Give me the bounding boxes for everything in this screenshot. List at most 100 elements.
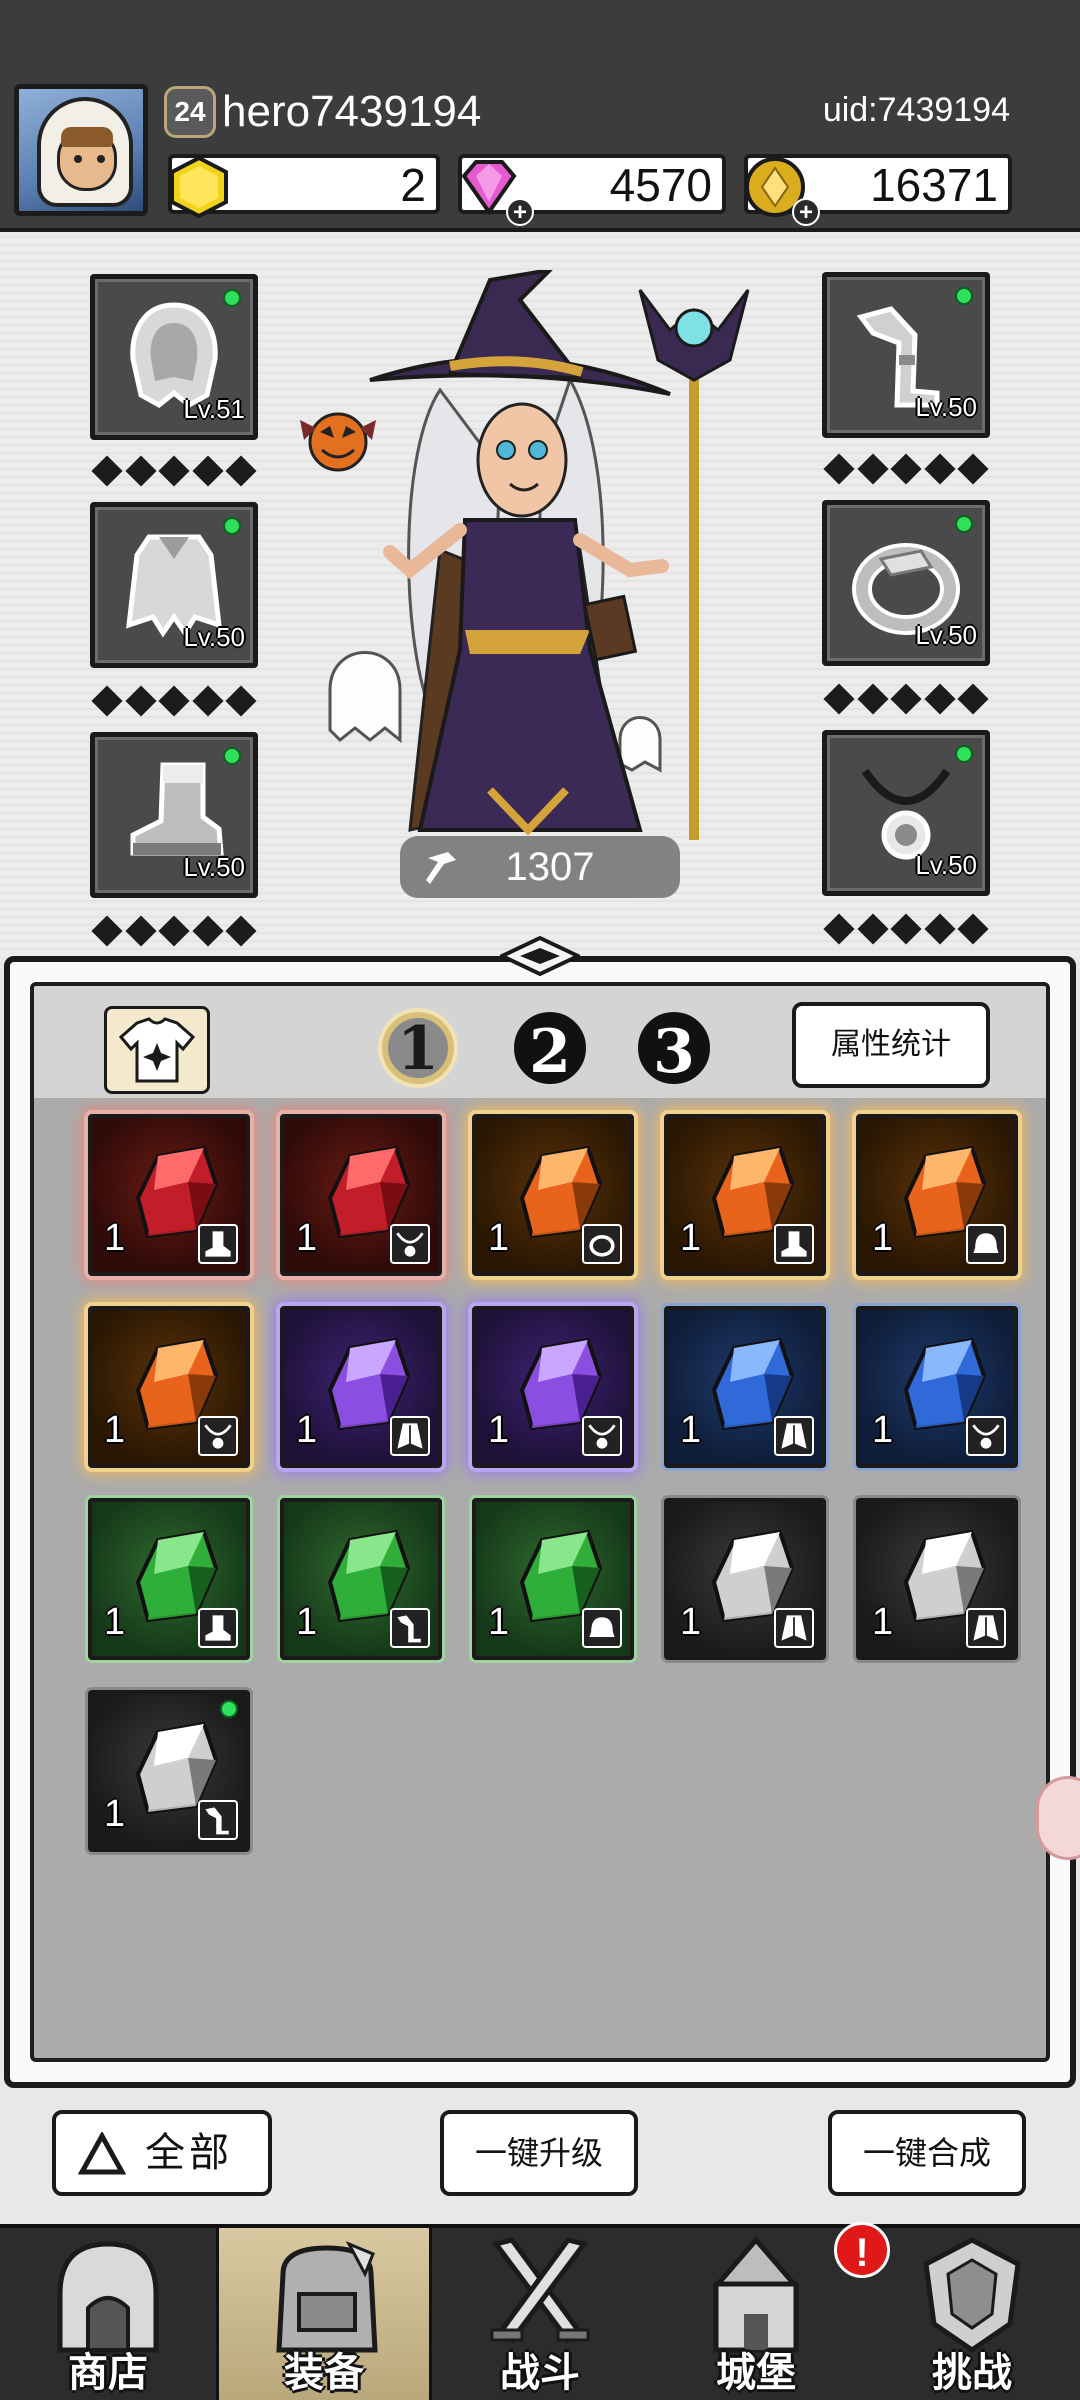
inventory-gem-item[interactable]: 1 (856, 1306, 1018, 1468)
cape-icon (390, 1416, 430, 1456)
ring-icon (582, 1224, 622, 1264)
equip-level: Lv.50 (915, 392, 977, 422)
gold-hex-icon (170, 155, 228, 219)
star-row (90, 915, 258, 947)
player-username: hero7439194 (222, 87, 482, 136)
inventory-gem-item[interactable]: 1 (88, 1690, 250, 1852)
inventory-gem-item[interactable]: 1 (472, 1306, 634, 1468)
shirt-icon (118, 1017, 196, 1083)
new-item-dot (220, 1700, 238, 1718)
inventory-gem-item[interactable]: 1 (856, 1498, 1018, 1660)
resource-hex-gold[interactable]: 2 (168, 154, 440, 219)
witch-hero-figure[interactable] (290, 270, 790, 850)
avatar-eye (74, 155, 82, 163)
inventory-gem-item[interactable]: 1 (88, 1306, 250, 1468)
nav-label: 挑战 (932, 2351, 1012, 2395)
equip-level: Lv.50 (915, 620, 977, 650)
triangle-up-icon (78, 2132, 126, 2175)
nav-castle[interactable]: 城堡 (648, 2228, 864, 2400)
side-event-button[interactable] (1036, 1776, 1080, 1860)
inventory-panel-inner: 1 2 3 属性统计 1 1 1 1 1 1 1 1 1 1 1 1 1 1 1 1 (30, 982, 1050, 2062)
nav-equipment[interactable]: 装备 (216, 2228, 432, 2400)
nav-label: 装备 (284, 2351, 364, 2395)
helmet-icon (582, 1608, 622, 1648)
star-row (822, 683, 990, 715)
resource-coin[interactable]: + 16371 (744, 154, 1012, 226)
gem-count: 1 (680, 1217, 702, 1259)
page-tab-1[interactable]: 1 (382, 1012, 454, 1084)
equip-slot-necklace[interactable]: Lv.50 (822, 730, 990, 896)
gem-count: 1 (872, 1217, 894, 1259)
cape-icon (966, 1608, 1006, 1648)
page-tab-3[interactable]: 3 (638, 1012, 710, 1087)
gem-count: 1 (296, 1217, 318, 1259)
inventory-gem-item[interactable]: 1 (856, 1114, 1018, 1276)
hex-gold-value: 2 (400, 159, 426, 211)
equipment-filter-button[interactable] (104, 1006, 210, 1094)
necklace-icon (390, 1224, 430, 1264)
upgrade-all-button[interactable]: 一键升级 (440, 2110, 638, 2196)
nav-battle[interactable]: 战斗 (432, 2228, 648, 2400)
cape-icon (774, 1416, 814, 1456)
equip-slot-helmet[interactable]: Lv.51 (90, 274, 258, 440)
inventory-gem-item[interactable]: 1 (280, 1306, 442, 1468)
inventory-gem-item[interactable]: 1 (472, 1114, 634, 1276)
equip-slot-boots[interactable]: Lv.50 (90, 732, 258, 898)
castle-icon (712, 2236, 800, 2353)
nav-challenge[interactable]: 挑战 (864, 2228, 1080, 2400)
equip-slot-ring[interactable]: Lv.50 (822, 500, 990, 666)
boot-icon (198, 1608, 238, 1648)
inventory-gem-item[interactable]: 1 (664, 1114, 826, 1276)
inventory-gem-item[interactable]: 1 (472, 1498, 634, 1660)
pipe-icon (198, 1800, 238, 1840)
nav-label: 战斗 (500, 2351, 580, 2395)
boot-icon (198, 1224, 238, 1264)
filter-all-button[interactable]: 全部 (52, 2110, 272, 2196)
inventory-gem-item[interactable]: 1 (88, 1114, 250, 1276)
gem-count: 1 (104, 1409, 126, 1451)
necklace-icon (582, 1416, 622, 1456)
boot-icon (774, 1224, 814, 1264)
gem-plus-icon[interactable]: + (506, 198, 534, 226)
gem-count: 1 (872, 1601, 894, 1643)
resource-gem[interactable]: + 4570 (458, 154, 726, 226)
gem-count: 1 (488, 1409, 510, 1451)
star-row (822, 913, 990, 945)
gem-count: 1 (104, 1601, 126, 1643)
panel-notch-ornament (500, 936, 580, 976)
gem-count: 1 (104, 1793, 126, 1835)
shop-icon (57, 2241, 159, 2353)
top-header: 24 hero7439194 uid:7439194 2 + 4570 + 16… (0, 0, 1080, 232)
player-avatar[interactable] (14, 84, 148, 216)
pipe-icon (390, 1608, 430, 1648)
inventory-panel: 1 2 3 属性统计 1 1 1 1 1 1 1 1 1 1 1 1 1 1 1 1 (4, 956, 1076, 2088)
castle-alert-badge: ! (834, 2222, 890, 2278)
gem-count: 1 (104, 1217, 126, 1259)
gem-count: 1 (680, 1409, 702, 1451)
backpack-icon (276, 2241, 378, 2353)
equip-level: Lv.50 (183, 852, 245, 882)
inventory-gem-item[interactable]: 1 (280, 1114, 442, 1276)
nav-label: 城堡 (716, 2351, 796, 2395)
nav-shop[interactable]: 商店 (0, 2228, 216, 2400)
attribute-stats-button[interactable]: 属性统计 (792, 1002, 990, 1088)
inventory-gem-item[interactable]: 1 (88, 1498, 250, 1660)
gem-count: 1 (680, 1601, 702, 1643)
bottom-navigation: 商店 装备 战斗 城堡 挑战 (0, 2224, 1080, 2400)
helmet-emblem-icon (923, 2237, 1021, 2354)
inventory-gem-item[interactable]: 1 (280, 1498, 442, 1660)
equip-level: Lv.50 (915, 850, 977, 880)
inventory-gem-item[interactable]: 1 (664, 1306, 826, 1468)
equip-level: Lv.51 (183, 394, 245, 424)
coin-plus-icon[interactable]: + (792, 198, 820, 226)
page-tab-2[interactable]: 2 (514, 1012, 586, 1087)
merge-all-button[interactable]: 一键合成 (828, 2110, 1026, 2196)
gem-count: 1 (296, 1409, 318, 1451)
hero-power-pill: 1307 (400, 836, 680, 898)
star-row (90, 685, 258, 717)
inventory-gem-item[interactable]: 1 (664, 1498, 826, 1660)
necklace-icon (198, 1416, 238, 1456)
equip-slot-weapon[interactable]: Lv.50 (822, 272, 990, 438)
equip-slot-armor[interactable]: Lv.50 (90, 502, 258, 668)
cape-icon (774, 1608, 814, 1648)
